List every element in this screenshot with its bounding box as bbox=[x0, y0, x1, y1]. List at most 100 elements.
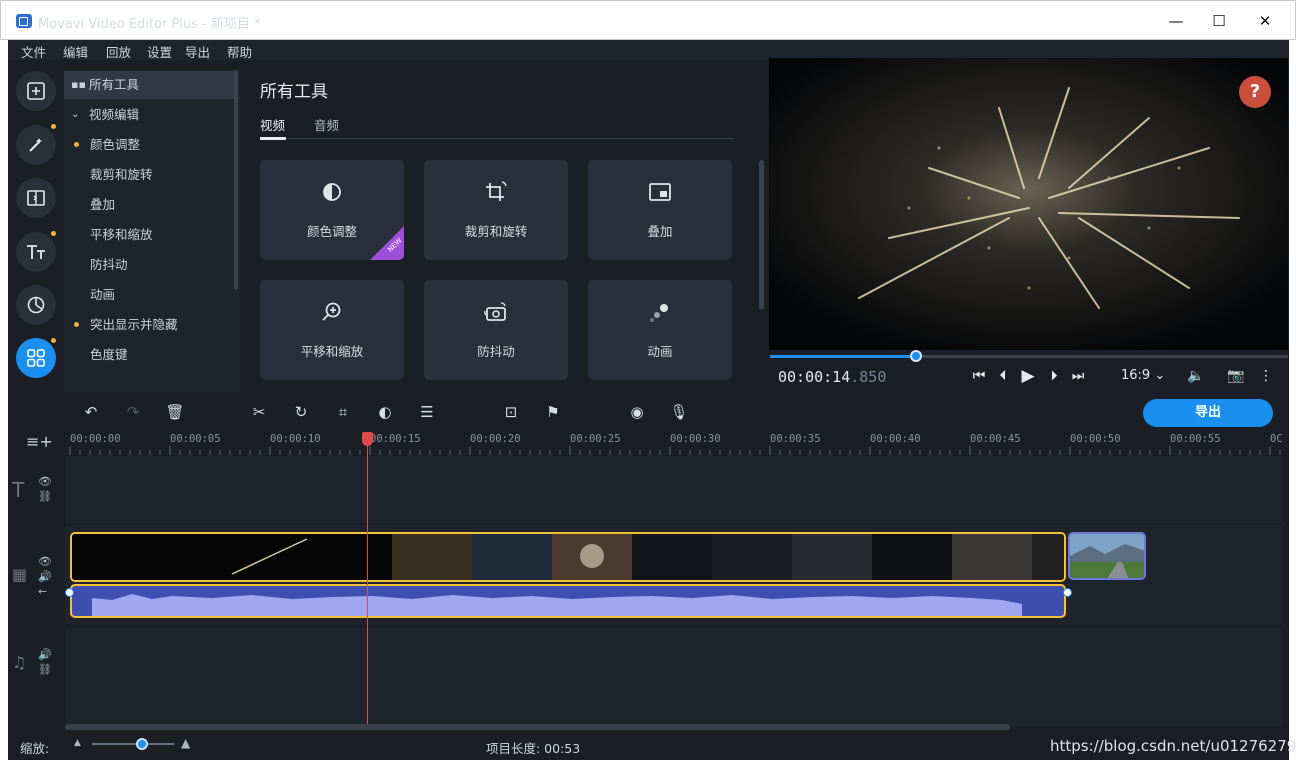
cut-icon[interactable]: ✂ bbox=[248, 402, 270, 422]
panel-scrollbar[interactable] bbox=[759, 160, 764, 310]
rotate-icon[interactable]: ↻ bbox=[290, 402, 312, 422]
music-track[interactable] bbox=[65, 628, 1282, 726]
link-icon[interactable]: ⛓ bbox=[38, 490, 52, 503]
tools-item-animation[interactable]: 动画 bbox=[64, 281, 234, 309]
tools-item-highlight[interactable]: 突出显示并隐藏 bbox=[64, 311, 234, 339]
frame-forward-icon[interactable]: ⏵ bbox=[1044, 366, 1064, 386]
speaker-icon[interactable]: 🔊 bbox=[38, 648, 52, 661]
tools-item-video-edit[interactable]: ⌄ 视频编辑 bbox=[64, 101, 234, 129]
tools-list-scrollbar[interactable] bbox=[234, 70, 238, 290]
stickers-button[interactable] bbox=[16, 285, 56, 325]
timeline-scrollbar[interactable] bbox=[65, 724, 1010, 730]
help-button[interactable]: ? bbox=[1239, 76, 1271, 108]
tools-item-stabilize[interactable]: 防抖动 bbox=[64, 251, 234, 279]
volume-icon[interactable]: 🔈 bbox=[1186, 366, 1206, 386]
preview-frame bbox=[769, 58, 1288, 350]
crop-icon[interactable]: ⌗ bbox=[332, 402, 354, 422]
more-menu-icon[interactable]: ⋮ bbox=[1256, 366, 1276, 386]
volume-keyframe-left[interactable] bbox=[65, 588, 74, 597]
tools-item-label: 颜色调整 bbox=[90, 137, 141, 152]
maximize-button[interactable]: ☐ bbox=[1199, 8, 1239, 34]
video-clip[interactable] bbox=[70, 532, 1066, 582]
export-button[interactable]: 导出 bbox=[1143, 399, 1273, 427]
playhead-handle[interactable] bbox=[362, 432, 373, 446]
ruler-label: 00:00:35 bbox=[770, 433, 821, 445]
more-tools-button[interactable] bbox=[16, 338, 56, 378]
transitions-icon bbox=[27, 190, 45, 206]
skip-start-icon[interactable]: ⏮ bbox=[969, 366, 989, 386]
tools-item-color[interactable]: 颜色调整 bbox=[64, 131, 234, 159]
filters-button[interactable] bbox=[16, 125, 56, 165]
audio-waveform-clip[interactable] bbox=[70, 584, 1066, 618]
undo-icon[interactable]: ↶ bbox=[80, 402, 102, 422]
tool-card-color[interactable]: 颜色调整 NEW bbox=[260, 160, 404, 260]
menu-file[interactable]: 文件 bbox=[21, 42, 46, 61]
play-icon[interactable]: ▶ bbox=[1018, 366, 1038, 386]
titles-button[interactable] bbox=[16, 232, 56, 272]
tab-video[interactable]: 视频 bbox=[260, 115, 285, 134]
video-clip-landscape[interactable] bbox=[1068, 532, 1146, 580]
marker-flag-icon[interactable]: ⚑ bbox=[542, 402, 564, 422]
import-button[interactable] bbox=[16, 71, 56, 111]
menu-export[interactable]: 导出 bbox=[185, 42, 210, 61]
new-dot bbox=[74, 142, 79, 147]
tool-card-animation[interactable]: 动画 bbox=[588, 280, 732, 380]
ruler-label: 00:00:00 bbox=[70, 433, 121, 445]
skip-end-icon[interactable]: ⏭ bbox=[1068, 366, 1088, 386]
transitions-button[interactable] bbox=[16, 178, 56, 218]
zoom-slider-knob[interactable] bbox=[136, 738, 148, 750]
webcam-record-icon[interactable]: ◉ bbox=[626, 402, 648, 422]
unlink-icon[interactable]: ⛓ bbox=[38, 663, 52, 676]
arrow-left-icon[interactable]: ← bbox=[38, 585, 47, 598]
close-button[interactable]: ✕ bbox=[1245, 8, 1285, 34]
tools-item-chroma[interactable]: 色度键 bbox=[64, 341, 234, 369]
timecode-main: 00:00:14 bbox=[778, 368, 851, 386]
ruler-label: 00:00:05 bbox=[170, 433, 221, 445]
menu-playback[interactable]: 回放 bbox=[106, 42, 131, 61]
tool-card-stabilize[interactable]: 防抖动 bbox=[424, 280, 568, 380]
ruler-label: 00:00:50 bbox=[1070, 433, 1121, 445]
volume-keyframe-right[interactable] bbox=[1063, 588, 1072, 597]
color-adjust-icon[interactable]: ◐ bbox=[374, 402, 396, 422]
ruler-label: 00:00:45 bbox=[970, 433, 1021, 445]
frame-back-icon[interactable]: ⏴ bbox=[993, 366, 1013, 386]
tools-item-pan-zoom[interactable]: 平移和缩放 bbox=[64, 221, 234, 249]
eye-icon[interactable]: 👁 bbox=[38, 555, 52, 568]
tool-card-pan-zoom[interactable]: 平移和缩放 bbox=[260, 280, 404, 380]
redo-icon[interactable]: ↷ bbox=[122, 402, 144, 422]
snapshot-icon[interactable]: 📷 bbox=[1226, 366, 1246, 386]
tool-card-label: 平移和缩放 bbox=[300, 344, 364, 359]
menu-settings[interactable]: 设置 bbox=[147, 42, 172, 61]
menu-edit[interactable]: 编辑 bbox=[63, 42, 88, 61]
tools-item-overlay[interactable]: 叠加 bbox=[64, 191, 234, 219]
zoom-out-icon[interactable]: ▲ bbox=[74, 738, 81, 748]
tool-card-crop[interactable]: 裁剪和旋转 bbox=[424, 160, 568, 260]
title-track[interactable] bbox=[65, 456, 1282, 523]
minimize-button[interactable]: — bbox=[1156, 8, 1196, 34]
tab-audio[interactable]: 音频 bbox=[314, 115, 339, 134]
zoom-in-icon[interactable]: ▲ bbox=[181, 736, 190, 750]
menu-help[interactable]: 帮助 bbox=[227, 42, 252, 61]
aspect-ratio-select[interactable]: 16:9 ⌄ bbox=[1121, 368, 1165, 383]
overlay-icon bbox=[649, 183, 671, 201]
ruler-ticks bbox=[69, 446, 1281, 455]
zoom-slider-track[interactable] bbox=[92, 743, 174, 745]
clip-properties-icon[interactable]: ☰ bbox=[416, 402, 438, 422]
ruler-label: 00:00:20 bbox=[470, 433, 521, 445]
microphone-icon[interactable]: 🎙 bbox=[668, 402, 690, 422]
eye-icon[interactable]: 👁 bbox=[38, 475, 52, 488]
video-preview[interactable] bbox=[769, 58, 1288, 350]
landscape-thumbnail bbox=[1070, 534, 1144, 578]
tools-item-all[interactable]: ▪▪ 所有工具 bbox=[64, 71, 234, 99]
delete-icon[interactable]: 🗑 bbox=[164, 402, 186, 422]
playback-progress-knob[interactable] bbox=[910, 350, 922, 362]
playhead[interactable] bbox=[367, 440, 368, 726]
import-icon bbox=[27, 82, 45, 100]
tool-card-overlay[interactable]: 叠加 bbox=[588, 160, 732, 260]
add-track-icon[interactable]: ≡+ bbox=[26, 432, 53, 451]
tools-item-label: 平移和缩放 bbox=[90, 227, 153, 242]
speaker-icon[interactable]: 🔊 bbox=[38, 570, 52, 583]
transition-wizard-icon[interactable]: ⊡ bbox=[500, 402, 522, 422]
tools-item-crop[interactable]: 裁剪和旋转 bbox=[64, 161, 234, 189]
music-note-icon: ♫ bbox=[12, 653, 27, 672]
